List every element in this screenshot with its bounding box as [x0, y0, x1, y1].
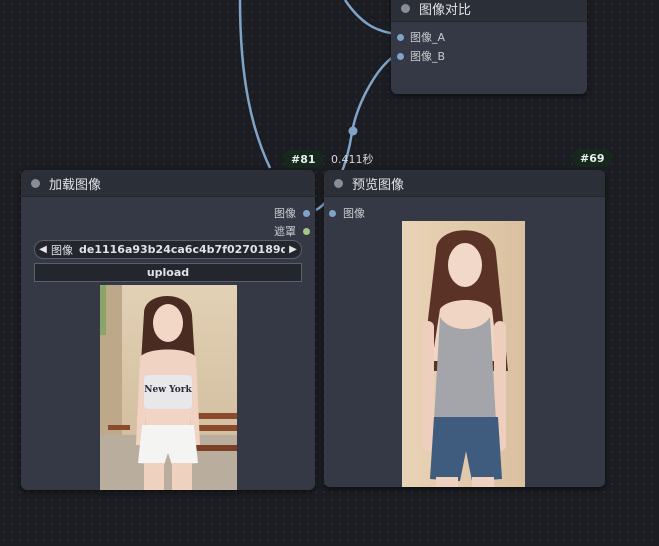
- reroute-dot[interactable]: [348, 126, 358, 136]
- circle-dot-icon[interactable]: [401, 4, 410, 13]
- node-title: 预览图像: [352, 177, 405, 193]
- input-dot-icon[interactable]: [397, 52, 404, 60]
- upload-button[interactable]: upload: [34, 263, 302, 282]
- node-id-badge: #81: [284, 150, 323, 168]
- preview-image-node[interactable]: 预览图像 图像: [324, 170, 605, 487]
- shirt-print-text: New York: [144, 385, 192, 395]
- circle-dot-icon[interactable]: [334, 178, 343, 188]
- input-slot-image[interactable]: 图像: [329, 205, 365, 221]
- node-header[interactable]: 图像对比: [391, 0, 587, 22]
- execution-time: 0.411秒: [331, 153, 374, 166]
- combo-value: de1116a93b24ca6c4b7f0270189dc...: [79, 243, 285, 256]
- triangle-left-icon[interactable]: ◀: [35, 244, 51, 255]
- output-slot-image[interactable]: 图像: [274, 205, 310, 221]
- load-image-node[interactable]: 加载图像 图像 遮罩 ◀ 图像 de1116a93b24ca6c4b7f0270…: [21, 170, 315, 490]
- output-dot-icon[interactable]: [303, 209, 310, 217]
- node-graph-canvas[interactable]: 图像对比 图像_A 图像_B #81 加载图像 图像 遮罩 ◀ 图像 de111…: [0, 0, 659, 546]
- combo-label: 图像: [51, 243, 73, 257]
- slot-label: 图像: [274, 207, 296, 220]
- link-wire[interactable]: [238, 0, 272, 169]
- image-combo-widget[interactable]: ◀ 图像 de1116a93b24ca6c4b7f0270189dc... ▶: [34, 240, 302, 259]
- node-header[interactable]: 预览图像: [324, 170, 605, 197]
- output-slot-mask[interactable]: 遮罩: [274, 223, 310, 239]
- input-slot-image-a[interactable]: 图像_A: [397, 29, 445, 45]
- triangle-right-icon[interactable]: ▶: [285, 244, 301, 255]
- output-dot-icon[interactable]: [303, 227, 310, 235]
- slot-label: 图像: [343, 207, 365, 220]
- node-title: 图像对比: [419, 3, 472, 18]
- node-title: 加载图像: [49, 177, 102, 193]
- preview-image-output: [402, 221, 525, 487]
- node-id-badge: #69: [573, 149, 612, 167]
- circle-dot-icon[interactable]: [31, 178, 40, 188]
- node-header[interactable]: 加载图像: [21, 170, 315, 197]
- input-slot-image-b[interactable]: 图像_B: [397, 48, 445, 64]
- slot-label: 图像_A: [410, 31, 446, 44]
- input-dot-icon[interactable]: [397, 33, 404, 41]
- image-compare-node[interactable]: 图像对比 图像_A 图像_B: [391, 0, 587, 94]
- slot-label: 图像_B: [410, 50, 446, 63]
- input-dot-icon[interactable]: [329, 209, 336, 217]
- slot-label: 遮罩: [274, 225, 296, 238]
- loaded-image-preview: New York: [100, 285, 237, 490]
